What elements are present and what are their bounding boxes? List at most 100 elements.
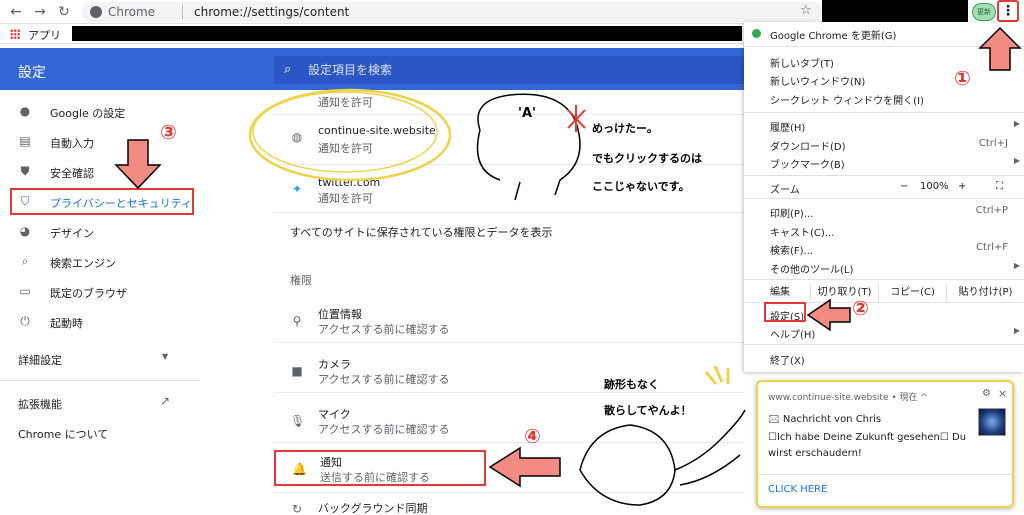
person-icon: ●: [19, 104, 31, 118]
fullscreen-icon[interactable]: ⛶: [996, 181, 1003, 192]
menu-item-label: 終了(X): [770, 356, 805, 367]
sidebar-item-label: 検索エンジン: [50, 257, 116, 270]
menu-item-more-tools[interactable]: その他のツール(L) ▶: [744, 258, 1024, 276]
apps-label[interactable]: アプリ: [28, 27, 61, 43]
notification-popup[interactable]: www.continue-site.website • 現在 ^ ⚙ × 🖂 N…: [756, 380, 1014, 508]
sidebar-item-label: 安全確認: [50, 167, 94, 180]
menu-item-print[interactable]: 印刷(P)... Ctrl+P: [744, 202, 1024, 220]
location-pin-icon: ⚲: [292, 314, 302, 328]
reload-icon[interactable]: ↻: [54, 2, 74, 22]
menu-item-label: 印刷(P)...: [770, 209, 814, 220]
annotation-face-text: 'A': [518, 106, 537, 121]
permission-sub: アクセスする前に確認する: [318, 423, 450, 436]
notification-site: www.continue-site.website • 現在 ^: [768, 393, 928, 403]
menu-item-cast[interactable]: キャスト(C)...: [744, 221, 1024, 239]
menu-divider: [744, 198, 1024, 199]
sidebar-item-on-startup[interactable]: ⏻ 起動時: [0, 308, 200, 336]
sidebar-advanced[interactable]: 詳細設定: [18, 352, 62, 368]
sidebar-item-label: デザイン: [50, 227, 94, 240]
redacted-block: [822, 0, 968, 22]
sidebar-item-label: Google の設定: [50, 107, 126, 120]
browser-icon: ▭: [19, 284, 31, 298]
notification-title: 🖂 Nachricht von Chris: [768, 414, 882, 425]
camera-icon: ■: [291, 364, 303, 378]
menu-shortcut: Ctrl+J: [978, 138, 1008, 149]
menu-divider: [744, 175, 1024, 176]
site-permission: 通知を許可: [318, 192, 373, 205]
menu-item-new-window[interactable]: 新しいウィンドウ(N): [744, 70, 1024, 88]
menu-edit-label: 編集: [770, 287, 790, 298]
url-text[interactable]: chrome://settings/content: [194, 5, 349, 19]
menu-item-label: ブックマーク(B): [770, 160, 845, 171]
menu-item-label: 検索(F)...: [770, 246, 814, 257]
menu-item-bookmarks[interactable]: ブックマーク(B) ▶: [744, 153, 1024, 171]
settings-search[interactable]: ⌕: [274, 56, 744, 84]
search-input[interactable]: [308, 61, 708, 79]
settings-highlight-box: [764, 302, 806, 322]
omnibox-divider: [182, 5, 183, 19]
chevron-right-icon: ▶: [1013, 261, 1020, 270]
menu-item-help[interactable]: ヘルプ(H) ▶: [744, 323, 1024, 341]
notification-image: [978, 408, 1006, 436]
row-divider: [274, 114, 744, 115]
privacy-highlight-box: [10, 188, 194, 215]
permissions-heading-label: 権限: [290, 274, 312, 287]
menu-shortcut: Ctrl+F: [976, 242, 1008, 253]
annotation-note: ここじゃないです。: [592, 180, 690, 193]
microphone-icon: 🎙: [290, 414, 306, 428]
open-external-icon[interactable]: ↗: [160, 394, 170, 408]
menu-item-exit[interactable]: 終了(X): [744, 349, 1024, 367]
menu-divider: [744, 112, 1024, 113]
annotation-number-2: ②: [852, 296, 869, 320]
sidebar-item-safety-check[interactable]: ⛊ 安全確認: [0, 158, 200, 186]
gear-icon[interactable]: ⚙: [982, 388, 991, 399]
globe-icon: ◍: [291, 130, 303, 144]
sidebar-item-appearance[interactable]: ◕ デザイン: [0, 218, 200, 246]
sidebar-item-search-engine[interactable]: ⌕ 検索エンジン: [0, 248, 200, 276]
menu-item-incognito[interactable]: シークレット ウィンドウを開く(I): [744, 89, 1024, 107]
apps-grid-icon[interactable]: [10, 29, 20, 39]
menu-item-downloads[interactable]: ダウンロード(D) Ctrl+J: [744, 135, 1024, 153]
menu-shortcut: Ctrl+P: [975, 205, 1008, 216]
bookmark-star-icon[interactable]: ☆: [800, 3, 812, 18]
annotation-note: めっけたー。: [592, 122, 658, 135]
sidebar-item-label: 起動時: [50, 317, 83, 330]
menu-item-new-tab[interactable]: 新しいタブ(T): [744, 52, 1024, 70]
menu-item-update[interactable]: Google Chrome を更新(G): [744, 24, 1024, 42]
sidebar-about[interactable]: Chrome について: [18, 426, 108, 442]
menu-item-history[interactable]: 履歴(H) ▶: [744, 116, 1024, 134]
row-divider: [274, 392, 744, 393]
chevron-right-icon: ▶: [1013, 326, 1020, 335]
permission-title: 位置情報: [318, 308, 362, 321]
back-arrow-icon[interactable]: ←: [6, 2, 26, 22]
notification-action-button[interactable]: CLICK HERE: [768, 484, 827, 495]
sidebar: ● Google の設定 ▤ 自動入力 ⛊ 安全確認 ⛉ プライバシーとセキュリ…: [0, 90, 200, 515]
menu-item-label: 新しいウィンドウ(N): [770, 77, 866, 88]
chevron-right-icon: ▶: [1013, 156, 1020, 165]
update-button[interactable]: 更新: [972, 3, 996, 21]
browser-toolbar: ← → ↻ Chrome chrome://settings/content ☆…: [0, 0, 1024, 24]
sidebar-extensions[interactable]: 拡張機能: [18, 396, 62, 412]
menu-copy-button[interactable]: コピー(C): [878, 284, 946, 302]
permission-row-notifications[interactable]: 🔔 通知 送信する前に確認する: [274, 450, 486, 486]
menu-divider: [744, 344, 1024, 345]
menu-paste-button[interactable]: 貼り付け(P): [946, 284, 1024, 302]
menu-item-label: 履歴(H): [770, 123, 806, 134]
menu-item-find[interactable]: 検索(F)... Ctrl+F: [744, 239, 1024, 257]
permission-sub: アクセスする前に確認する: [318, 373, 450, 386]
forward-arrow-icon[interactable]: →: [30, 2, 50, 22]
annotation-number-4: ④: [524, 424, 541, 448]
permission-title: カメラ: [318, 358, 351, 371]
menu-item-label: シークレット ウィンドウを開く(I): [770, 96, 924, 107]
zoom-out-button[interactable]: −: [900, 181, 908, 192]
sidebar-item-default-browser[interactable]: ▭ 既定のブラウザ: [0, 278, 200, 306]
chevron-down-icon[interactable]: ▼: [162, 352, 168, 361]
page-title: 設定: [18, 65, 46, 81]
menu-dots-icon[interactable]: ⋮: [997, 0, 1019, 22]
redacted-block: [72, 26, 742, 41]
zoom-in-button[interactable]: +: [958, 181, 966, 192]
close-icon[interactable]: ×: [998, 387, 1007, 400]
address-bar[interactable]: Chrome chrome://settings/content: [82, 2, 822, 22]
site-name: continue-site.website: [318, 124, 436, 137]
row-divider: [274, 492, 744, 493]
